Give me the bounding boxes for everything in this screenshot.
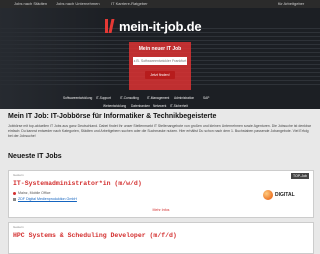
category-link[interactable]: IT-Consulting xyxy=(120,96,139,100)
nav-link-career-guide[interactable]: IT Karriere-Ratgeber xyxy=(111,0,148,8)
category-link[interactable]: Administration xyxy=(174,96,194,100)
nav-link-employers[interactable]: für Arbeitgeber xyxy=(278,0,304,8)
category-links-row-2: Webentwicklung Datenbanken Netzwerk IT-S… xyxy=(0,104,320,109)
top-job-badge: TOP-Job xyxy=(291,173,309,179)
newest-jobs-heading: Neueste IT Jobs xyxy=(8,153,62,160)
category-link[interactable]: IT-Support xyxy=(96,96,111,100)
intro-text: Jobbörse mit top-aktuellen IT Jobs aus g… xyxy=(8,124,311,138)
category-link[interactable]: Netzwerk xyxy=(153,104,166,108)
nav-link-cities[interactable]: Jobs nach Städten xyxy=(14,0,47,8)
logo-icon xyxy=(104,19,116,33)
job-date: Gestern xyxy=(13,173,24,177)
company-link[interactable]: ZDF Digital Medienproduktion GmbH xyxy=(18,197,77,201)
company-logo: DIGITAL xyxy=(263,190,299,200)
job-company: ZDF Digital Medienproduktion GmbH xyxy=(13,197,77,201)
logo-text: mein-it-job.de xyxy=(119,18,202,34)
building-icon xyxy=(13,197,16,201)
job-card[interactable]: Gestern TOP-Job IT-Systemadministrator*i… xyxy=(8,170,314,218)
category-link[interactable]: SAP xyxy=(203,96,209,100)
more-info-link[interactable]: Mehr Infos xyxy=(9,208,313,212)
zdf-logo-icon xyxy=(263,190,273,200)
category-link[interactable]: IT-Sicherheit xyxy=(170,104,188,108)
category-link[interactable]: Softwareentwicklung xyxy=(63,96,92,100)
search-title: Mein neuer IT Job xyxy=(138,46,182,52)
page-title: Mein IT Job: IT-Jobbörse für Informatike… xyxy=(8,113,217,120)
intro-section: Mein IT Job: IT-Jobbörse für Informatike… xyxy=(8,112,312,139)
job-location-text: Mainz, Mobile Office xyxy=(18,191,51,195)
company-logo-text: DIGITAL xyxy=(275,192,295,198)
site-logo[interactable]: mein-it-job.de xyxy=(104,18,202,34)
top-navigation: Jobs nach Städten Jobs nach Unternehmen … xyxy=(0,0,320,8)
job-title-link[interactable]: IT-Systemadministrator*in (m/w/d) xyxy=(13,180,142,187)
category-links-row-1: Softwareentwicklung IT-Support IT-Consul… xyxy=(0,96,320,104)
category-link[interactable]: Datenbanken xyxy=(131,104,150,108)
job-card[interactable]: Gestern HPC Systems & Scheduling Develop… xyxy=(8,222,314,254)
location-pin-icon xyxy=(13,191,16,195)
job-title-link[interactable]: HPC Systems & Scheduling Developer (m/f/… xyxy=(13,232,177,239)
search-button[interactable]: Jetzt finden! xyxy=(145,71,175,79)
hero-banner: mein-it-job.de Mein neuer IT Job Jetzt f… xyxy=(0,8,320,109)
search-panel: Mein neuer IT Job Jetzt finden! xyxy=(129,42,191,90)
job-date: Gestern xyxy=(13,225,24,229)
search-input[interactable] xyxy=(133,57,187,65)
category-link[interactable]: Webentwicklung xyxy=(103,104,126,108)
nav-link-companies[interactable]: Jobs nach Unternehmen xyxy=(56,0,100,8)
job-location: Mainz, Mobile Office xyxy=(13,191,51,195)
category-link[interactable]: IT-Management xyxy=(147,96,169,100)
